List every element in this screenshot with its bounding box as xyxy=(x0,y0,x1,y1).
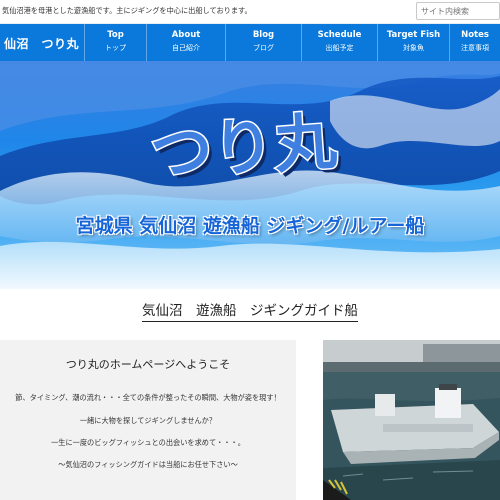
nav-item-label-en: Blog xyxy=(252,30,275,40)
site-search-input[interactable] xyxy=(416,2,500,20)
boat-photo-image xyxy=(323,340,500,500)
nav-item-schedule[interactable]: Schedule 出船予定 xyxy=(301,24,377,61)
nav-item-target-fish[interactable]: Target Fish 対象魚 xyxy=(377,24,449,61)
nav-item-label-jp: 注意事項 xyxy=(461,44,489,52)
nav-item-label-en: Top xyxy=(107,30,124,40)
nav-item-label-en: Notes xyxy=(461,30,489,40)
nav-item-label-jp: 対象魚 xyxy=(403,44,424,52)
main-nav: 仙沼 つり丸 Top トップ About 自己紹介 Blog ブログ Sched… xyxy=(0,24,500,61)
site-brand[interactable]: 仙沼 つり丸 xyxy=(4,35,79,52)
nav-item-blog[interactable]: Blog ブログ xyxy=(225,24,301,61)
nav-item-label-jp: ブログ xyxy=(253,44,274,52)
welcome-title: つり丸のホームページへようこそ xyxy=(65,358,231,371)
nav-item-notes[interactable]: Notes 注意事項 xyxy=(449,24,500,61)
welcome-line: 一緒に大物を探してジギングしませんか？ xyxy=(79,416,217,425)
hero-title: 宮城県 気仙沼 遊漁船 ジギング/ルアー船 xyxy=(75,215,425,237)
nav-item-label-en: Schedule xyxy=(317,30,362,40)
nav-item-label-jp: 自己紹介 xyxy=(172,44,200,52)
welcome-line: 一生に一度のビッグフィッシュとの出会いを求めて・・・。 xyxy=(51,438,245,447)
nav-item-label-jp: トップ xyxy=(105,44,126,52)
nav-item-about[interactable]: About 自己紹介 xyxy=(146,24,225,61)
nav-item-top[interactable]: Top トップ xyxy=(84,24,146,61)
site-tagline: 気仙沼港を母港とした遊漁船です。主にジギングを中心に出船しております。 xyxy=(2,6,252,15)
welcome-box: つり丸のホームページへようこそ 節、タイミング、潮の流れ・・・全ての条件が整った… xyxy=(0,340,296,500)
nav-item-label-en: About xyxy=(171,30,201,40)
hero-banner: つり丸 つり丸 宮城県 気仙沼 遊漁船 ジギング/ルアー船 xyxy=(0,61,500,289)
top-bar: 気仙沼港を母港とした遊漁船です。主にジギングを中心に出船しております。 xyxy=(0,0,500,24)
welcome-line: ～気仙沼のフィッシングガイドは当船にお任せ下さい～ xyxy=(58,460,238,469)
hero-logo-text: つり丸 つり丸 xyxy=(147,103,343,194)
boat-photo xyxy=(323,340,500,500)
nav-item-label-jp: 出船予定 xyxy=(325,44,354,52)
nav-item-label-en: Target Fish xyxy=(386,30,441,40)
section-heading: 気仙沼 遊漁船 ジギングガイド船 xyxy=(0,299,500,322)
hero-wave-art: つり丸 つり丸 xyxy=(0,61,500,289)
svg-text:つり丸: つり丸 xyxy=(148,105,339,191)
welcome-line: 節、タイミング、潮の流れ・・・全ての条件が整ったその瞬間、大物が姿を現す！ xyxy=(15,393,281,402)
page: 気仙沼港を母港とした遊漁船です。主にジギングを中心に出船しております。 仙沼 つ… xyxy=(0,0,500,500)
section-heading-text: 気仙沼 遊漁船 ジギングガイド船 xyxy=(142,303,358,322)
